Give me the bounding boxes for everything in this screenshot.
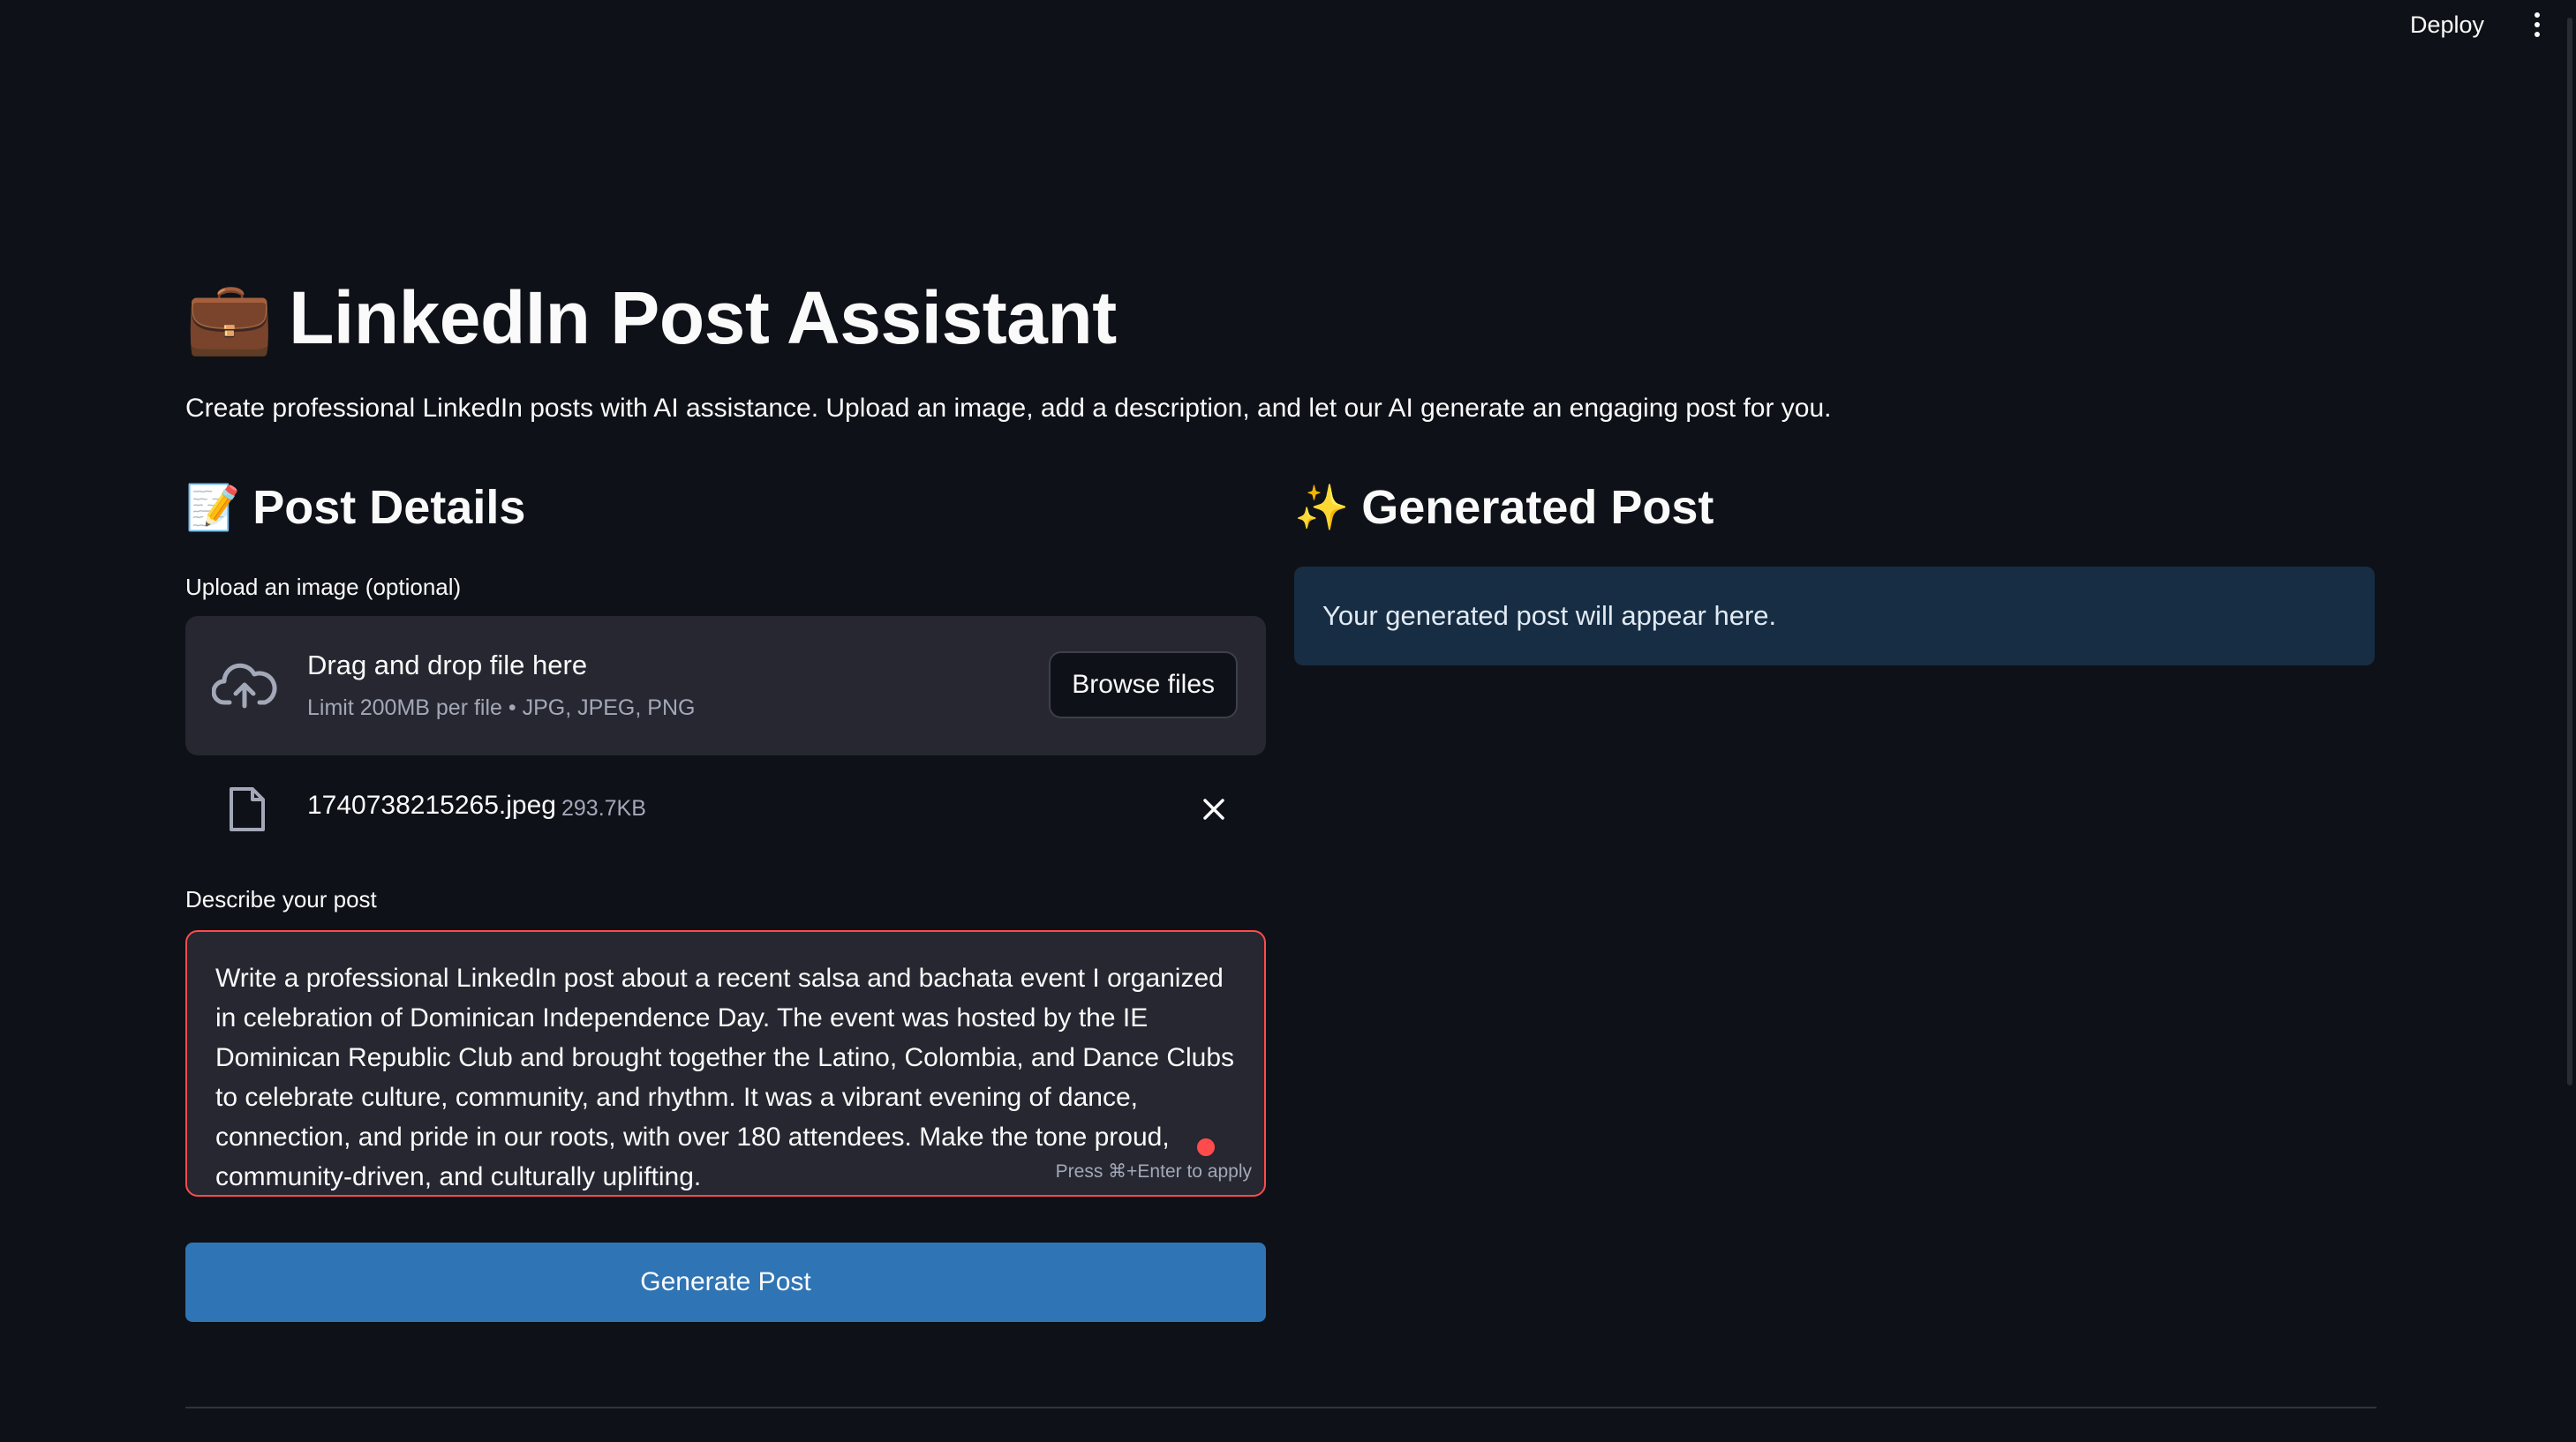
generate-post-button[interactable]: Generate Post [185, 1243, 1266, 1322]
generated-post-column: ✨ Generated Post Your generated post wil… [1294, 477, 2375, 665]
browse-files-button[interactable]: Browse files [1049, 651, 1238, 718]
post-details-column: 📝 Post Details Upload an image (optional… [185, 477, 1266, 1322]
uploaded-file-size: 293.7KB [561, 796, 646, 821]
generated-post-heading: ✨ Generated Post [1294, 477, 2375, 538]
briefcase-icon: 💼 [185, 278, 274, 357]
dropzone-limit: Limit 200MB per file • JPG, JPEG, PNG [307, 695, 696, 720]
uploaded-file-row: 1740738215265.jpeg 293.7KB [185, 777, 1266, 847]
apply-hint: Press ⌘+Enter to apply [1055, 1161, 1252, 1182]
divider [185, 1407, 2376, 1408]
cloud-upload-icon [212, 663, 277, 709]
page-subtitle: Create professional LinkedIn posts with … [185, 394, 1832, 423]
description-label: Describe your post [185, 886, 377, 913]
file-icon [230, 787, 265, 831]
deploy-button[interactable]: Deploy [2398, 7, 2497, 42]
sparkles-icon: ✨ [1294, 483, 1350, 532]
file-dropzone[interactable]: Drag and drop file here Limit 200MB per … [185, 616, 1266, 755]
upload-label: Upload an image (optional) [185, 574, 462, 600]
close-icon[interactable] [1201, 796, 1227, 822]
generated-post-placeholder: Your generated post will appear here. [1294, 567, 2375, 665]
generated-post-heading-text: Generated Post [1361, 481, 1714, 534]
top-bar: Deploy [0, 0, 2576, 49]
post-details-heading-text: Post Details [252, 481, 526, 534]
post-details-heading: 📝 Post Details [185, 477, 1266, 538]
page-title: 💼 LinkedIn Post Assistant [185, 265, 1117, 371]
uploaded-file-name: 1740738215265.jpeg [307, 791, 556, 820]
dropzone-instructions: Drag and drop file here [307, 650, 588, 680]
page-title-text: LinkedIn Post Assistant [289, 275, 1117, 359]
kebab-menu-icon[interactable] [2520, 7, 2555, 42]
description-textarea[interactable]: Write a professional LinkedIn post about… [185, 930, 1266, 1197]
scrollbar[interactable] [2565, 0, 2576, 1442]
memo-icon: 📝 [185, 483, 241, 532]
scrollbar-thumb[interactable] [2567, 18, 2572, 1085]
